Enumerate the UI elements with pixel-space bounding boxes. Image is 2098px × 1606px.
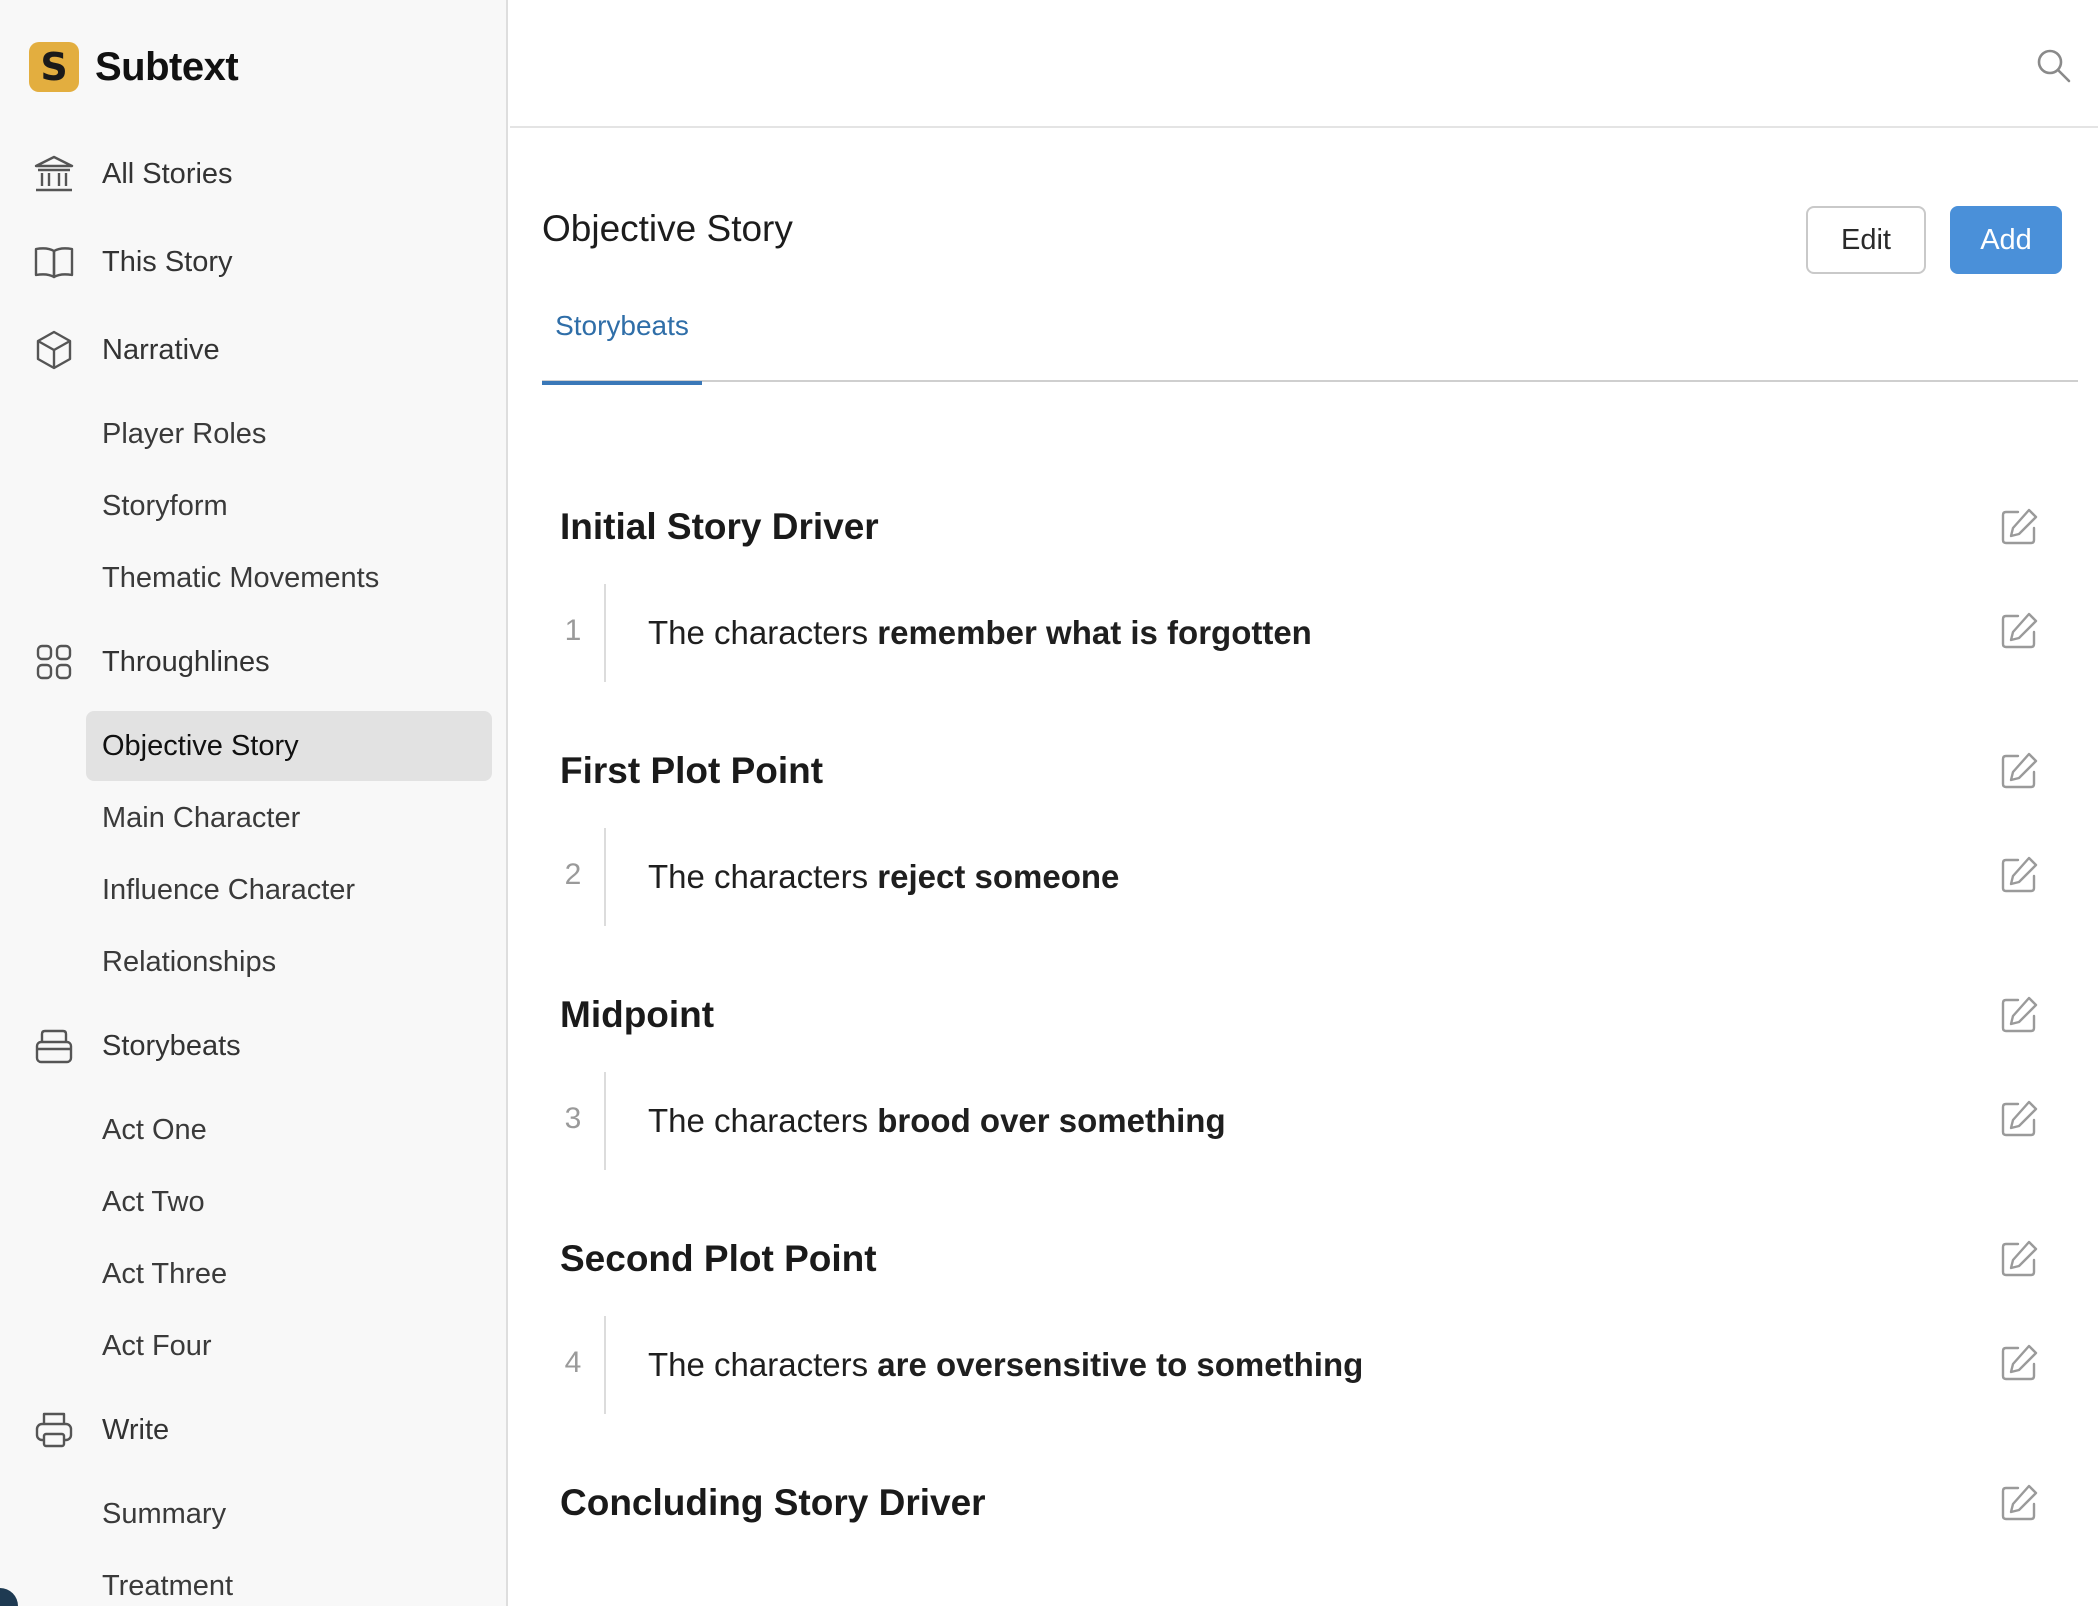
sidebar-item-label: Treatment	[102, 1569, 234, 1602]
edit-icon[interactable]	[1998, 994, 2040, 1036]
beat-emphasis: brood over something	[877, 1102, 1226, 1139]
beat-prefix: The characters	[648, 858, 878, 895]
grid-icon	[32, 640, 76, 684]
sidebar-item-label: Storyform	[102, 489, 228, 522]
sidebar-item-all-stories[interactable]: All Stories	[0, 144, 506, 204]
subtext-logo: S	[29, 42, 79, 92]
storybeat-row: 2 The characters reject someone	[560, 828, 2040, 926]
beat-prefix: The characters	[648, 1346, 878, 1383]
sidebar: S Subtext All Stories This Story Narrati…	[0, 0, 508, 1606]
section-title: Concluding Story Driver	[560, 1482, 986, 1523]
edit-button[interactable]: Edit	[1806, 206, 1926, 274]
section-title: Initial Story Driver	[560, 506, 879, 547]
section-heading: Second Plot Point	[560, 1229, 2040, 1289]
sidebar-item-influence-character[interactable]: Influence Character	[86, 855, 492, 925]
beat-number: 2	[564, 858, 582, 891]
sidebar-item-act-four[interactable]: Act Four	[86, 1311, 492, 1381]
edit-icon[interactable]	[1998, 1342, 2040, 1384]
window-corner	[0, 1588, 18, 1606]
beat-text: The characters remember what is forgotte…	[648, 614, 1312, 652]
beat-emphasis: are oversensitive to something	[877, 1346, 1364, 1383]
brand[interactable]: S Subtext	[29, 42, 239, 92]
sidebar-item-label: Narrative	[102, 333, 220, 366]
sidebar-item-label: Main Character	[102, 801, 301, 834]
beat-number: 3	[564, 1102, 582, 1135]
add-button[interactable]: Add	[1950, 206, 2062, 274]
beat-divider	[604, 584, 606, 682]
search-icon[interactable]	[2034, 46, 2074, 86]
sidebar-item-label: Act Three	[102, 1257, 228, 1290]
edit-icon[interactable]	[1998, 750, 2040, 792]
edit-icon[interactable]	[1998, 1238, 2040, 1280]
beat-emphasis: remember what is forgotten	[877, 614, 1312, 651]
sidebar-item-narrative[interactable]: Narrative	[0, 320, 506, 380]
storybeat-row: 4 The characters are oversensitive to so…	[560, 1316, 2040, 1414]
sidebar-item-label: Act Two	[102, 1185, 205, 1218]
section-heading: Initial Story Driver	[560, 497, 2040, 557]
storybeat-row: 1 The characters remember what is forgot…	[560, 584, 2040, 682]
page-title: Objective Story	[542, 208, 793, 249]
edit-icon[interactable]	[1998, 1482, 2040, 1524]
tray-icon	[32, 1024, 76, 1068]
section-title: Midpoint	[560, 994, 715, 1035]
beat-text: The characters reject someone	[648, 858, 1119, 896]
sidebar-item-label: This Story	[102, 245, 233, 278]
sidebar-item-label: Write	[102, 1413, 170, 1446]
sidebar-item-act-two[interactable]: Act Two	[86, 1167, 492, 1237]
beat-prefix: The characters	[648, 614, 878, 651]
edit-icon[interactable]	[1998, 1098, 2040, 1140]
bank-icon	[32, 152, 76, 196]
edit-icon[interactable]	[1998, 610, 2040, 652]
beat-text: The characters are oversensitive to some…	[648, 1346, 1363, 1384]
book-icon	[32, 240, 76, 284]
sidebar-item-label: Act One	[102, 1113, 207, 1146]
tab-storybeats[interactable]: Storybeats	[542, 298, 702, 385]
app-name: Subtext	[95, 44, 239, 89]
sidebar-item-objective-story[interactable]: Objective Story	[86, 711, 492, 781]
sidebar-item-label: Storybeats	[102, 1029, 241, 1062]
sidebar-item-storyform[interactable]: Storyform	[86, 471, 492, 541]
sidebar-item-label: All Stories	[102, 157, 233, 190]
tab-bar: Storybeats	[542, 298, 2078, 385]
sidebar-item-main-character[interactable]: Main Character	[86, 783, 492, 853]
beat-number: 4	[564, 1346, 582, 1379]
section-title: First Plot Point	[560, 750, 824, 791]
sidebar-item-storybeats[interactable]: Storybeats	[0, 1016, 506, 1076]
sidebar-item-label: Act Four	[102, 1329, 212, 1362]
sidebar-item-summary[interactable]: Summary	[86, 1479, 492, 1549]
sidebar-item-relationships[interactable]: Relationships	[86, 927, 492, 997]
sidebar-item-act-three[interactable]: Act Three	[86, 1239, 492, 1309]
beat-text: The characters brood over something	[648, 1102, 1226, 1140]
edit-icon[interactable]	[1998, 506, 2040, 548]
section-heading: First Plot Point	[560, 741, 2040, 801]
beat-prefix: The characters	[648, 1102, 878, 1139]
sidebar-item-throughlines[interactable]: Throughlines	[0, 632, 506, 692]
edit-icon[interactable]	[1998, 854, 2040, 896]
beat-divider	[604, 1316, 606, 1414]
beat-divider	[604, 828, 606, 926]
beat-number: 1	[564, 614, 582, 647]
printer-icon	[32, 1408, 76, 1452]
sidebar-item-label: Thematic Movements	[102, 561, 380, 594]
sidebar-item-label: Summary	[102, 1497, 227, 1530]
sidebar-item-act-one[interactable]: Act One	[86, 1095, 492, 1165]
top-bar	[510, 0, 2098, 128]
sidebar-item-write[interactable]: Write	[0, 1400, 506, 1460]
section-heading: Midpoint	[560, 985, 2040, 1045]
sidebar-item-label: Influence Character	[102, 873, 356, 906]
storybeat-row: 3 The characters brood over something	[560, 1072, 2040, 1170]
section-title: Second Plot Point	[560, 1238, 877, 1279]
sidebar-item-label: Player Roles	[102, 417, 267, 450]
sidebar-item-treatment[interactable]: Treatment	[86, 1551, 492, 1606]
beat-emphasis: reject someone	[877, 858, 1120, 895]
sidebar-item-player-roles[interactable]: Player Roles	[86, 399, 492, 469]
sidebar-item-this-story[interactable]: This Story	[0, 232, 506, 292]
sidebar-item-label: Throughlines	[102, 645, 270, 678]
section-heading: Concluding Story Driver	[560, 1473, 2040, 1533]
beat-divider	[604, 1072, 606, 1170]
cube-icon	[32, 328, 76, 372]
sidebar-item-thematic-movements[interactable]: Thematic Movements	[86, 543, 492, 613]
sidebar-item-label: Relationships	[102, 945, 277, 978]
sidebar-item-label: Objective Story	[102, 729, 299, 762]
